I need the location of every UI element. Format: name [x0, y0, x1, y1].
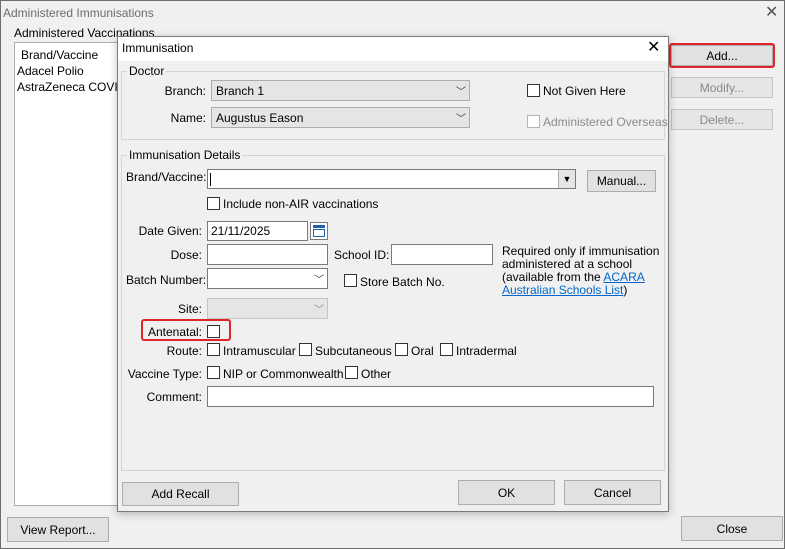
australian-schools-list-link[interactable]: Australian Schools List: [502, 283, 623, 297]
doctor-name-select[interactable]: Augustus Eason ﹀: [211, 107, 470, 128]
branch-select[interactable]: Branch 1 ﹀: [211, 80, 470, 101]
include-non-air-checkbox[interactable]: [207, 197, 220, 210]
vaccine-type-other-label: Other: [361, 367, 392, 381]
route-oral-label: Oral: [411, 344, 434, 358]
chevron-down-icon: ﹀: [314, 304, 324, 316]
doctor-group-label: Doctor: [127, 64, 167, 78]
vaccine-type-nip-label: NIP or Commonwealth: [223, 367, 344, 381]
chevron-down-icon: ﹀: [314, 274, 324, 286]
list-header-brand: Brand/Vaccine: [21, 48, 99, 62]
chevron-down-icon: ﹀: [456, 86, 466, 98]
branch-value: Branch 1: [216, 83, 265, 98]
route-intramuscular-checkbox[interactable]: [207, 343, 220, 356]
dialog-close-icon[interactable]: ✕: [647, 40, 660, 56]
acara-link[interactable]: ACARA: [603, 270, 644, 284]
dialog-titlebar: [118, 37, 668, 61]
window-title: Administered Immunisations: [3, 6, 154, 20]
school-note-close: ): [623, 283, 628, 297]
manual-button[interactable]: Manual...: [587, 170, 656, 192]
route-intradermal-label: Intradermal: [456, 344, 517, 358]
site-label: Site:: [177, 302, 202, 316]
cancel-label: Cancel: [593, 485, 632, 500]
add-recall-button[interactable]: Add Recall: [122, 482, 239, 506]
immunisation-details-group: [121, 155, 665, 471]
vaccinations-list[interactable]: Brand/Vaccine Adacel Polio AstraZeneca C…: [14, 42, 120, 506]
branch-label: Branch:: [164, 84, 206, 98]
list-item[interactable]: AstraZeneca COVISH: [15, 79, 119, 95]
date-given-input[interactable]: 21/11/2025: [207, 221, 308, 241]
modify-button[interactable]: Modify...: [671, 77, 773, 98]
list-item[interactable]: Adacel Polio: [15, 63, 119, 79]
route-intradermal-checkbox[interactable]: [440, 343, 453, 356]
dose-input[interactable]: [207, 244, 328, 265]
add-button-highlight: [669, 43, 775, 68]
route-label: Route:: [166, 344, 202, 358]
batch-number-combo[interactable]: ﹀: [207, 268, 328, 289]
add-recall-label: Add Recall: [151, 487, 210, 501]
cancel-button[interactable]: Cancel: [564, 480, 661, 505]
school-id-input[interactable]: [391, 244, 493, 265]
view-report-button[interactable]: View Report...: [7, 517, 109, 542]
dialog-title: Immunisation: [122, 41, 194, 55]
store-batch-label: Store Batch No.: [360, 275, 445, 289]
route-oral-checkbox[interactable]: [395, 343, 408, 356]
school-note-line-3: (available from the: [502, 270, 604, 284]
delete-button[interactable]: Delete...: [671, 109, 773, 130]
not-given-here-label: Not Given Here: [543, 84, 626, 98]
store-batch-checkbox[interactable]: [344, 274, 357, 287]
vaccine-type-label: Vaccine Type:: [127, 367, 202, 381]
brand-vaccine-combo[interactable]: ▼: [207, 169, 576, 189]
route-intramuscular-label: Intramuscular: [223, 344, 296, 358]
antenatal-highlight: [141, 319, 231, 341]
vaccine-type-nip-checkbox[interactable]: [207, 366, 220, 379]
school-id-note: Required only if immunisation administer…: [502, 245, 659, 297]
name-label: Name:: [170, 111, 206, 125]
not-given-here-checkbox[interactable]: [527, 84, 540, 97]
text-cursor: [210, 172, 211, 186]
brand-vaccine-label: Brand/Vaccine:: [126, 170, 207, 184]
vaccine-type-other-checkbox[interactable]: [345, 366, 358, 379]
comment-label: Comment:: [146, 390, 202, 404]
date-given-label: Date Given:: [138, 224, 202, 238]
close-button[interactable]: Close: [681, 516, 783, 541]
doctor-name-value: Augustus Eason: [216, 110, 304, 125]
immunisation-details-label: Immunisation Details: [127, 148, 243, 162]
site-select[interactable]: ﹀: [207, 298, 328, 319]
calendar-icon[interactable]: [310, 222, 328, 240]
administered-overseas-checkbox[interactable]: [527, 115, 540, 128]
dose-label: Dose:: [170, 248, 202, 262]
comment-input[interactable]: [207, 386, 654, 407]
route-subcutaneous-checkbox[interactable]: [299, 343, 312, 356]
chevron-down-icon: ﹀: [456, 113, 466, 125]
window-close-icon[interactable]: ✕: [765, 5, 778, 21]
dropdown-arrow-icon[interactable]: ▼: [558, 170, 575, 188]
school-id-label: School ID:: [334, 248, 390, 262]
ok-label: OK: [497, 485, 516, 500]
batch-number-label: Batch Number:: [126, 273, 207, 287]
administered-overseas-label: Administered Overseas: [543, 115, 668, 129]
route-subcutaneous-label: Subcutaneous: [315, 344, 392, 358]
ok-button[interactable]: OK: [458, 480, 555, 505]
include-non-air-label: Include non-AIR vaccinations: [223, 197, 379, 211]
